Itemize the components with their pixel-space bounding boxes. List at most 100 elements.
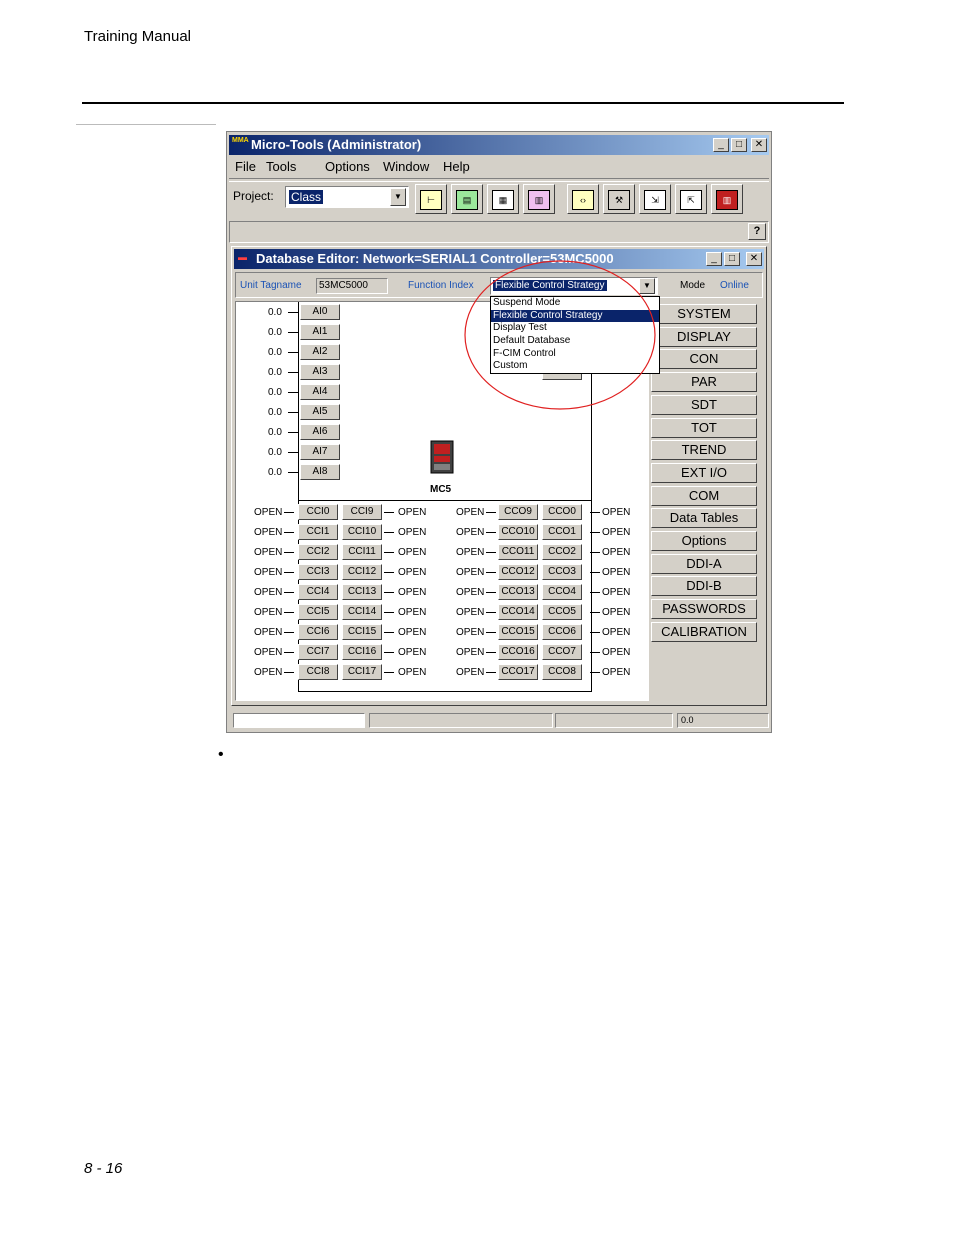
cci-button[interactable]: CCI0 [298, 504, 338, 520]
menu-tools[interactable]: Tools [266, 159, 296, 174]
ai-button[interactable]: AI7 [300, 444, 340, 460]
cci-button[interactable]: CCI5 [298, 604, 338, 620]
cco-right-tick [590, 652, 600, 653]
side-button-system[interactable]: SYSTEM [651, 304, 757, 324]
ai-tick [288, 412, 298, 413]
cci-button[interactable]: CCI9 [342, 504, 382, 520]
cco-button[interactable]: CCO5 [542, 604, 582, 620]
ai-button[interactable]: AI2 [300, 344, 340, 360]
editor-minimize-button[interactable]: _ [706, 252, 722, 266]
ai-button[interactable]: AI0 [300, 304, 340, 320]
side-button-sdt[interactable]: SDT [651, 394, 757, 415]
cci-button[interactable]: CCI13 [342, 584, 382, 600]
menu-window[interactable]: Window [383, 159, 429, 174]
function-block-icon[interactable]: ▦ [487, 184, 519, 214]
cco-button[interactable]: CCO1 [542, 524, 582, 540]
app-icon[interactable]: MMA [232, 137, 249, 153]
cco-button[interactable]: CCO9 [498, 504, 538, 520]
ai-button[interactable]: AI8 [300, 464, 340, 480]
cci-button[interactable]: CCI7 [298, 644, 338, 660]
side-button-trend[interactable]: TREND [651, 440, 757, 461]
close-button[interactable]: ✕ [751, 138, 767, 152]
export-icon[interactable]: ⇲ [639, 184, 671, 214]
cco-right-tick [590, 612, 600, 613]
side-button-ext-i-o[interactable]: EXT I/O [651, 462, 757, 483]
cci-button[interactable]: CCI12 [342, 564, 382, 580]
cco-button[interactable]: CCO14 [498, 604, 538, 620]
side-button-com[interactable]: COM [651, 485, 757, 506]
cci-button[interactable]: CCI15 [342, 624, 382, 640]
cco-button[interactable]: CCO11 [498, 544, 538, 560]
app-titlebar[interactable]: MMA Micro-Tools (Administrator) _ □ ✕ [229, 135, 769, 155]
cco-button[interactable]: CCO4 [542, 584, 582, 600]
cci-button[interactable]: CCI1 [298, 524, 338, 540]
side-button-data-tables[interactable]: Data Tables [651, 508, 757, 529]
spreadsheet-icon[interactable]: ▤ [451, 184, 483, 214]
cci-button[interactable]: CCI6 [298, 624, 338, 640]
side-button-display[interactable]: DISPLAY [651, 326, 757, 347]
cci-right-state: OPEN [398, 667, 427, 678]
unit-tagname-field[interactable]: 53MC5000 [316, 278, 388, 294]
side-button-ddi-a[interactable]: DDI-A [651, 553, 757, 574]
cco-button[interactable]: CCO10 [498, 524, 538, 540]
cci-left-state: OPEN [254, 607, 283, 618]
document-header: Training Manual [84, 28, 191, 45]
side-button-ddi-b[interactable]: DDI-B [651, 576, 757, 597]
side-button-calibration[interactable]: CALIBRATION [651, 621, 757, 642]
cci-button[interactable]: CCI3 [298, 564, 338, 580]
cco-button[interactable]: CCO15 [498, 624, 538, 640]
cco-button[interactable]: CCO17 [498, 664, 538, 680]
cci-button[interactable]: CCI14 [342, 604, 382, 620]
cci-button[interactable]: CCI11 [342, 544, 382, 560]
mc5-controller-icon [428, 440, 456, 482]
ai-tick [288, 452, 298, 453]
side-button-passwords[interactable]: PASSWORDS [651, 599, 757, 620]
ai-button[interactable]: AI3 [300, 364, 340, 380]
tree-view-icon[interactable]: ⊢ [415, 184, 447, 214]
cci-button[interactable]: CCI2 [298, 544, 338, 560]
cco-button[interactable]: CCO7 [542, 644, 582, 660]
ai-button[interactable]: AI4 [300, 384, 340, 400]
maximize-button[interactable]: □ [731, 138, 747, 152]
cco-button[interactable]: CCO8 [542, 664, 582, 680]
ai-button[interactable]: AI6 [300, 424, 340, 440]
import-icon[interactable]: ⇱ [675, 184, 707, 214]
editor-maximize-button[interactable]: □ [724, 252, 740, 266]
database-icon[interactable]: ▥ [523, 184, 555, 214]
cci-button[interactable]: CCI17 [342, 664, 382, 680]
cco-button[interactable]: CCO16 [498, 644, 538, 660]
download-icon[interactable]: ‹› [567, 184, 599, 214]
side-button-options[interactable]: Options [651, 531, 757, 551]
editor-close-button[interactable]: ✕ [746, 252, 762, 266]
menu-help[interactable]: Help [443, 159, 470, 174]
menu-file[interactable]: File [235, 159, 256, 174]
ai-button[interactable]: AI1 [300, 324, 340, 340]
cco-button[interactable]: CCO0 [542, 504, 582, 520]
menu-options[interactable]: Options [325, 159, 370, 174]
cco-button[interactable]: CCO12 [498, 564, 538, 580]
cci-right-state: OPEN [398, 527, 427, 538]
cco-button[interactable]: CCO13 [498, 584, 538, 600]
cco-right-state: OPEN [602, 647, 631, 658]
cci-button[interactable]: CCI10 [342, 524, 382, 540]
minimize-button[interactable]: _ [713, 138, 729, 152]
cco-right-state: OPEN [602, 667, 631, 678]
cci-left-tick [284, 632, 294, 633]
cco-button[interactable]: CCO2 [542, 544, 582, 560]
rack-icon[interactable]: ▥ [711, 184, 743, 214]
cci-button[interactable]: CCI8 [298, 664, 338, 680]
side-button-par[interactable]: PAR [651, 372, 757, 393]
ai-button[interactable]: AI5 [300, 404, 340, 420]
cco-button[interactable]: CCO6 [542, 624, 582, 640]
chevron-down-icon[interactable]: ▼ [390, 188, 406, 206]
cco-left-tick [486, 572, 496, 573]
help-button[interactable]: ? [748, 223, 766, 240]
cco-left-state: OPEN [456, 567, 485, 578]
side-button-con[interactable]: CON [651, 349, 757, 370]
cci-button[interactable]: CCI16 [342, 644, 382, 660]
cco-button[interactable]: CCO3 [542, 564, 582, 580]
cci-button[interactable]: CCI4 [298, 584, 338, 600]
project-select[interactable]: Class ▼ [285, 186, 409, 208]
side-button-tot[interactable]: TOT [651, 417, 757, 438]
hammer-icon[interactable]: ⚒ [603, 184, 635, 214]
